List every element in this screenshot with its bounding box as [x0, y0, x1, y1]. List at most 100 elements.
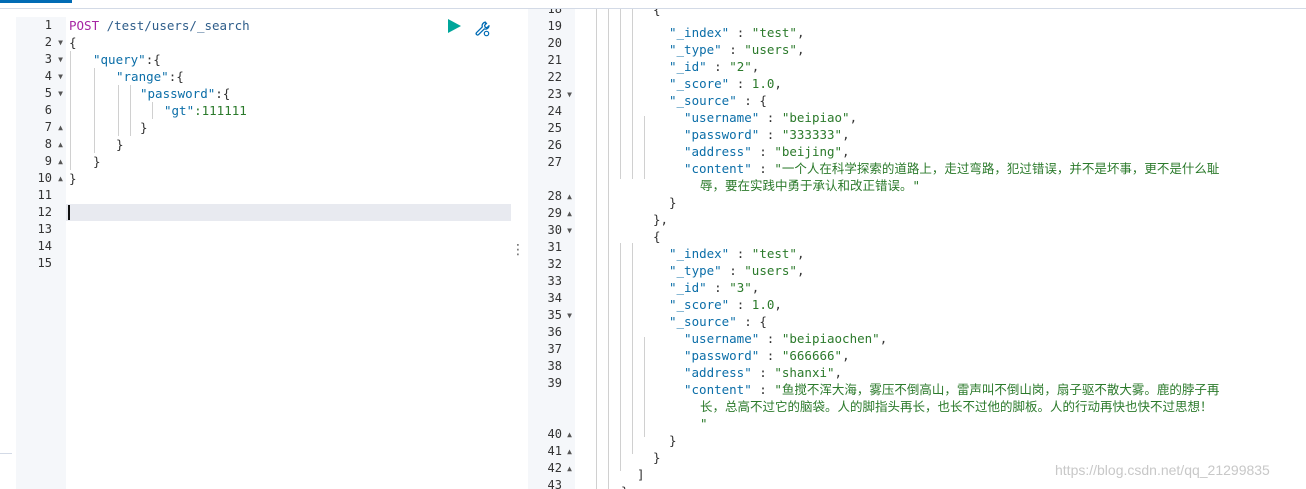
fold-open-icon[interactable]: ▼ — [567, 86, 572, 103]
code-line: { — [653, 9, 661, 17]
fold-open-icon[interactable]: ▼ — [58, 85, 63, 102]
line-number: 32 — [528, 256, 575, 273]
line-number-label: 15 — [37, 256, 52, 270]
response-code: { "_index" : "test", "_type" : "users", … — [575, 9, 1306, 489]
indent-guide — [644, 337, 645, 437]
line-number: 26 — [528, 137, 575, 154]
indent-guide — [620, 9, 621, 179]
line-number: 22 — [528, 69, 575, 86]
request-url: /test/users/_search — [99, 18, 250, 33]
fold-open-icon[interactable]: ▼ — [567, 307, 572, 324]
line-number-label: 37 — [547, 342, 562, 356]
line-number: 25 — [528, 120, 575, 137]
line-number: 33 — [528, 273, 575, 290]
http-method: POST — [69, 18, 100, 33]
code-line: "_type" : "users", — [669, 42, 805, 57]
line-number-label: 25 — [547, 121, 562, 135]
code-line: "_source" : { — [669, 314, 767, 329]
fold-close-icon[interactable]: ▲ — [58, 136, 63, 153]
response-editor[interactable]: 18 19 20 21 22 23 ▼ 24 25 26 27 28 ▲ 29 ▲ 30 ▼ 31 32 33 34 35… — [528, 9, 1306, 489]
request-editor[interactable]: 1 2 ▼ 3 ▼ 4 ▼ 5 ▼ 6 7 ▲ 8 ▲ 9 ▲ 10 ▲ 11 12 13 14 15 POST /test… — [16, 17, 511, 489]
line-number: 41 ▲ — [528, 443, 575, 460]
line-number-label: 27 — [547, 155, 562, 169]
indent-guide — [596, 9, 597, 489]
code-line: } — [93, 154, 101, 169]
line-number-label: 21 — [547, 53, 562, 67]
panel-resize-handle[interactable]: ⋮ — [511, 240, 525, 260]
line-number: 8 ▲ — [16, 136, 66, 153]
line-number: 37 — [528, 341, 575, 358]
line-number-label: 8 — [44, 137, 52, 151]
code-line: "_index" : "test", — [669, 25, 805, 40]
code-line: } — [140, 120, 148, 135]
code-line: "_score" : 1.0, — [669, 297, 782, 312]
code-line: }, — [653, 212, 669, 227]
line-number: 20 — [528, 35, 575, 52]
line-number-label: 9 — [44, 154, 52, 168]
code-line: } — [69, 171, 77, 186]
fold-open-icon[interactable]: ▼ — [58, 68, 63, 85]
code-line: { — [69, 35, 77, 50]
indent-guide — [70, 51, 71, 170]
line-number: 2 ▼ — [16, 34, 66, 51]
line-number: 42 ▲ — [528, 460, 575, 477]
line-number — [528, 409, 575, 426]
fold-close-icon[interactable]: ▲ — [58, 170, 63, 187]
line-number: 38 — [528, 358, 575, 375]
line-number-label: 32 — [547, 257, 562, 271]
line-number: 19 — [528, 18, 575, 35]
play-icon[interactable] — [448, 19, 461, 33]
line-number: 5 ▼ — [16, 85, 66, 102]
fold-open-icon[interactable]: ▼ — [58, 51, 63, 68]
bottom-divider — [0, 453, 12, 454]
fold-close-icon[interactable]: ▲ — [58, 119, 63, 136]
line-number-label: 36 — [547, 325, 562, 339]
active-tab-indicator — [0, 0, 72, 3]
line-number: 39 — [528, 375, 575, 392]
line-number: 12 — [16, 204, 66, 221]
code-line: "_type" : "users", — [669, 263, 805, 278]
wrench-icon[interactable] — [474, 20, 492, 38]
indent-guide — [118, 85, 119, 136]
line-number — [528, 171, 575, 188]
fold-close-icon[interactable]: ▲ — [567, 205, 572, 222]
code-line: "password":{ — [140, 86, 231, 101]
line-number-label: 43 — [547, 478, 562, 489]
fold-close-icon[interactable]: ▲ — [567, 460, 572, 477]
code-line: "gt":111111 — [164, 103, 247, 118]
fold-close-icon[interactable]: ▲ — [58, 153, 63, 170]
line-number: 23 ▼ — [528, 86, 575, 103]
line-number: 24 — [528, 103, 575, 120]
line-number-label: 33 — [547, 274, 562, 288]
fold-close-icon[interactable]: ▲ — [567, 443, 572, 460]
line-number: 1 — [16, 17, 66, 34]
line-number-label: 28 — [547, 189, 562, 203]
fold-close-icon[interactable]: ▲ — [567, 188, 572, 205]
line-number-label: 5 — [44, 86, 52, 100]
request-code[interactable]: POST /test/users/_search { "query":{ "ra… — [66, 17, 511, 489]
fold-open-icon[interactable]: ▼ — [58, 34, 63, 51]
line-number-label: 18 — [547, 9, 562, 16]
code-line: "username" : "beipiao", — [684, 110, 858, 125]
line-number: 10 ▲ — [16, 170, 66, 187]
line-number-label: 2 — [44, 35, 52, 49]
line-number-label: 22 — [547, 70, 562, 84]
code-line: "query":{ — [93, 52, 161, 67]
fold-open-icon[interactable]: ▼ — [567, 222, 572, 239]
fold-close-icon[interactable]: ▲ — [567, 426, 572, 443]
line-number — [528, 392, 575, 409]
line-number-label: 3 — [44, 52, 52, 66]
line-number: 21 — [528, 52, 575, 69]
code-line: "_index" : "test", — [669, 246, 805, 261]
indent-guide — [94, 68, 95, 153]
line-number: 30 ▼ — [528, 222, 575, 239]
indent-guide — [608, 9, 609, 489]
line-number: 35 ▼ — [528, 307, 575, 324]
line-number: 40 ▲ — [528, 426, 575, 443]
code-line: } — [116, 137, 124, 152]
line-number: 7 ▲ — [16, 119, 66, 136]
code-line: "password" : "333333", — [684, 127, 850, 142]
line-number-label: 24 — [547, 104, 562, 118]
line-number-label: 29 — [547, 206, 562, 220]
line-number-label: 11 — [37, 188, 52, 202]
